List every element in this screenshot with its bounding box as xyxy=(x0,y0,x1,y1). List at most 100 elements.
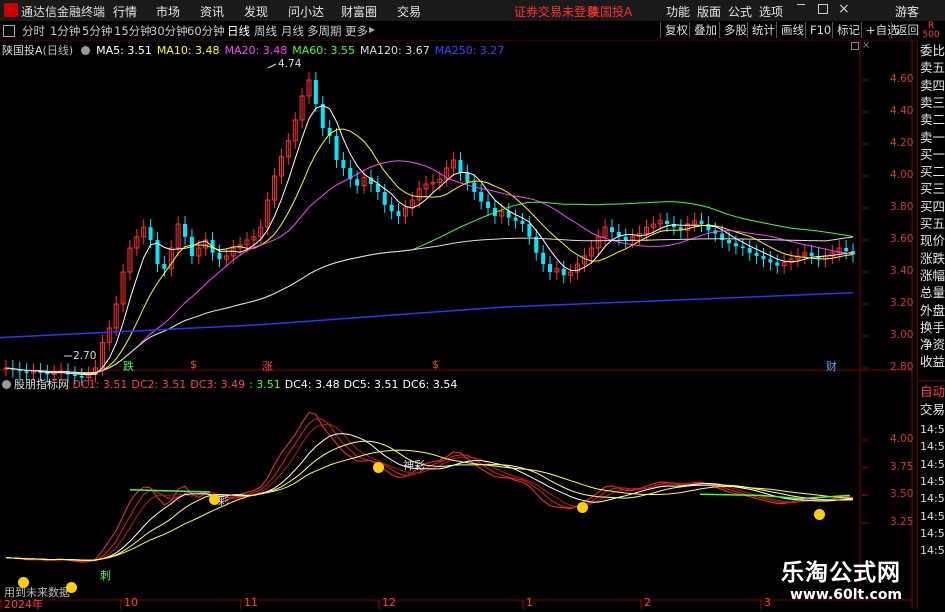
menu-market[interactable]: 市场 xyxy=(156,3,180,20)
minimize-icon[interactable] xyxy=(797,4,805,6)
price-axis-label: 3.60 xyxy=(890,233,914,245)
dc-legend-item: DC2: 3.51 xyxy=(131,378,187,391)
indicator-axis-label: 3.25 xyxy=(890,516,914,528)
side-item-0: 委比 xyxy=(920,43,945,58)
f10-button[interactable]: F10 xyxy=(805,22,835,38)
smiley-icon xyxy=(66,582,77,593)
tab-more[interactable]: 更多 xyxy=(345,23,368,39)
tab-5min[interactable]: 5分钟 xyxy=(82,23,112,39)
side-item-19[interactable]: 自动 xyxy=(920,383,945,400)
indicator-lines xyxy=(5,411,854,563)
event-mark: 财 xyxy=(826,360,837,373)
event-mark: $ xyxy=(190,358,197,371)
ma-legend-item: MA120: 3.67 xyxy=(360,44,430,57)
side-item-8: 买三 xyxy=(920,181,945,197)
price-axis-label: 4.40 xyxy=(890,105,914,117)
side-item-16: 换手 xyxy=(920,319,945,335)
tab-multi[interactable]: 多周期 xyxy=(307,23,342,39)
indicator-legend: 股朋指标网 DC1: 3.51 DC2: 3.51 DC3: 3.49: 3.51 D… xyxy=(2,376,461,392)
overlay-button[interactable]: 叠加 xyxy=(689,22,721,38)
restore-rights-button[interactable]: 复权 xyxy=(660,22,692,38)
smiley-icon xyxy=(814,509,825,520)
indicator-axis-label: 3.50 xyxy=(890,488,914,501)
menu-formula[interactable]: 公式 xyxy=(728,3,752,20)
menu-discover[interactable]: 发现 xyxy=(244,3,268,20)
menu-trade[interactable]: 交易 xyxy=(397,3,421,20)
pane-close-icon[interactable]: × xyxy=(862,40,870,51)
dc-legend-item: : 3.51 xyxy=(249,378,281,391)
maximize-icon[interactable] xyxy=(818,4,828,14)
tab-monthly[interactable]: 月线 xyxy=(281,23,304,39)
menu-quotes[interactable]: 行情 xyxy=(113,3,137,20)
draw-button[interactable]: 画线 xyxy=(776,22,808,38)
indicator-axis-label: 4.00 xyxy=(890,433,914,445)
side-time: 14:56 xyxy=(920,509,945,523)
menu-options[interactable]: 选项 xyxy=(759,3,783,20)
period-toolbar: 分时 1分钟 5分钟 15分钟 30分钟 60分钟 日线 周线 月线 多周期 更… xyxy=(0,21,945,41)
price-axis-label: 2.80 xyxy=(890,361,914,373)
tab-30min[interactable]: 30分钟 xyxy=(150,23,188,39)
more-chevron-icon[interactable]: ▶ xyxy=(369,25,375,34)
legend-dot-icon[interactable] xyxy=(80,46,90,55)
tab-60min[interactable]: 60分钟 xyxy=(187,23,225,39)
back-button[interactable]: 返回 xyxy=(891,22,923,38)
indicator-dot-icon[interactable] xyxy=(2,380,11,389)
watermark-url: www.60lt.com xyxy=(790,587,903,603)
tab-daily[interactable]: 日线 xyxy=(227,23,250,39)
smiley-icon xyxy=(209,494,220,505)
app-logo-icon xyxy=(4,3,18,17)
side-item-13: 涨幅 xyxy=(920,267,945,283)
side-item-1: 卖五 xyxy=(920,60,945,76)
high-price-label: 4.74 xyxy=(278,58,302,70)
menu-function[interactable]: 功能 xyxy=(666,3,690,20)
stats-button[interactable]: 统计 xyxy=(747,22,779,38)
side-time: 14:56 xyxy=(920,526,945,540)
price-axis-label: 4.20 xyxy=(890,137,914,149)
current-stock: 陕国投A xyxy=(588,5,633,19)
x-axis-label: 12 xyxy=(382,596,396,609)
side-item-14: 总量 xyxy=(920,285,945,301)
x-axis-label: 3 xyxy=(764,596,771,609)
price-axis-label: 3.00 xyxy=(890,329,914,341)
ma-legend-item: MA20: 3.48 xyxy=(224,44,288,57)
user-label[interactable]: 游客 xyxy=(895,3,919,20)
side-item-6: 买一 xyxy=(920,146,945,162)
close-icon[interactable]: × xyxy=(838,1,850,17)
smiley-icon xyxy=(18,577,29,588)
side-item-2: 卖四 xyxy=(920,77,945,93)
side-time: 14:56 xyxy=(920,474,945,488)
kline-chart[interactable] xyxy=(0,40,917,609)
menu-wealth[interactable]: 财富圈 xyxy=(341,3,377,20)
side-item-3: 卖三 xyxy=(920,94,945,110)
menu-news[interactable]: 资讯 xyxy=(200,3,224,20)
side-item-10: 买五 xyxy=(920,216,945,231)
tab-intraday[interactable]: 分时 xyxy=(22,23,45,39)
checkbox-icon[interactable] xyxy=(3,25,15,37)
smiley-icon xyxy=(577,502,588,513)
login-warning[interactable]: 证券交易未登录 xyxy=(514,3,598,20)
ma-lines xyxy=(0,105,854,376)
x-axis-label: 2 xyxy=(644,596,651,609)
tab-15min[interactable]: 15分钟 xyxy=(114,23,152,39)
smiley-icon xyxy=(373,462,384,473)
menu-layout[interactable]: 版面 xyxy=(697,3,721,20)
dc-legend-item: DC6: 3.54 xyxy=(402,378,458,391)
side-item-12: 涨跌 xyxy=(920,250,945,266)
event-mark: 涨 xyxy=(262,360,273,373)
x-axis-label: 10 xyxy=(124,596,138,609)
side-item-5: 卖一 xyxy=(920,129,945,145)
side-time: 14:56 xyxy=(920,440,945,454)
side-item-9: 买四 xyxy=(920,198,945,214)
dc-legend-item: DC5: 3.51 xyxy=(343,378,399,391)
tab-1min[interactable]: 1分钟 xyxy=(50,23,80,39)
indicator-axis-label: 3.75 xyxy=(890,460,914,473)
app-title: 通达信金融终端 xyxy=(21,5,106,19)
pane-toggle-icon[interactable] xyxy=(851,42,859,50)
mark-button[interactable]: 标记 xyxy=(832,22,864,38)
low-price-label: 2.70 xyxy=(73,350,97,362)
tab-weekly[interactable]: 周线 xyxy=(254,23,277,39)
price-axis-label: 3.80 xyxy=(890,201,914,213)
side-item-20[interactable]: 交易 xyxy=(920,401,945,418)
side-time: 14:56 xyxy=(920,423,945,436)
menu-ask[interactable]: 问小达 xyxy=(288,3,324,20)
